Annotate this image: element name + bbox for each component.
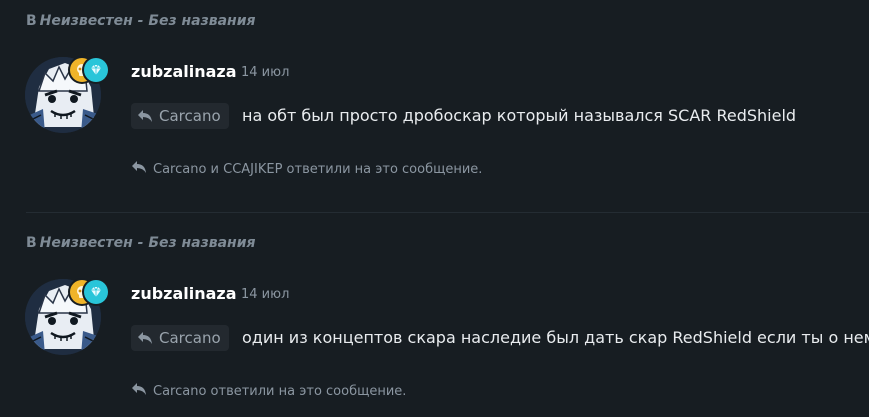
replies-indicator[interactable]: Carcano ответили на это сообщение.: [131, 382, 406, 400]
message-context: В Неизвестен - Без названия: [26, 13, 256, 29]
post-divider: [26, 212, 869, 213]
reply-arrow-icon: [137, 109, 153, 123]
context-prefix: В: [26, 13, 37, 29]
replies-text: Carcano и CCAJIKEP ответили на это сообщ…: [153, 161, 483, 177]
reply-arrow-icon: [131, 160, 147, 178]
message-context: В Неизвестен - Без названия: [26, 235, 256, 251]
reply-quote-chip[interactable]: Carcano: [131, 325, 229, 351]
reply-arrow-icon: [137, 331, 153, 345]
reply-arrow-icon: [131, 382, 147, 400]
badge-diamond-icon[interactable]: [84, 280, 108, 304]
context-location[interactable]: Неизвестен - Без названия: [40, 13, 256, 29]
context-location[interactable]: Неизвестен - Без названия: [40, 235, 256, 251]
context-prefix: В: [26, 235, 37, 251]
reply-quote-author: Carcano: [159, 329, 221, 347]
message-post: В Неизвестен - Без названия zubzalinaza …: [0, 222, 869, 417]
author-name[interactable]: zubzalinaza: [131, 284, 237, 303]
message-time[interactable]: 14 июл: [241, 65, 289, 80]
message-text: на обт был просто дробоскар который назы…: [242, 106, 797, 125]
author-avatar-wrap[interactable]: [25, 279, 108, 355]
replies-text: Carcano ответили на это сообщение.: [153, 383, 407, 399]
message-text: один из концептов скара наследие был дат…: [242, 328, 869, 347]
message-time[interactable]: 14 июл: [241, 287, 289, 302]
message-post: В Неизвестен - Без названия zubzalinaza …: [0, 0, 869, 212]
badge-diamond-icon[interactable]: [84, 58, 108, 82]
replies-indicator[interactable]: Carcano и CCAJIKEP ответили на это сообщ…: [131, 160, 482, 178]
author-name[interactable]: zubzalinaza: [131, 62, 237, 81]
author-avatar-wrap[interactable]: [25, 57, 108, 133]
reply-quote-author: Carcano: [159, 107, 221, 125]
reply-quote-chip[interactable]: Carcano: [131, 103, 229, 129]
